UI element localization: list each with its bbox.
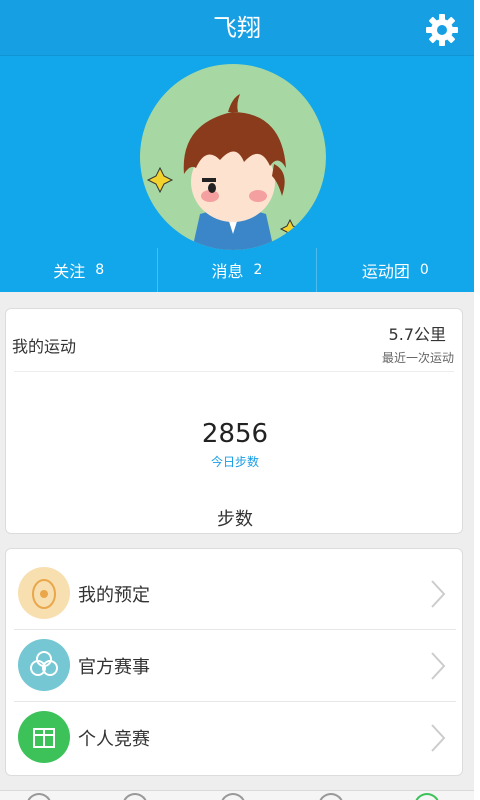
stats-bar: 关注 8 消息 2 运动团 0 — [0, 248, 474, 292]
bottom-tab-bar — [0, 790, 474, 800]
stat-label: 消息 — [211, 262, 244, 281]
stat-sport-group[interactable]: 运动团 0 — [315, 248, 474, 292]
stat-value: 2 — [253, 262, 263, 278]
my-sport-card[interactable]: 我的运动 5.7公里 最近一次运动 2856 今日步数 步数 — [5, 308, 463, 534]
chevron-right-icon — [431, 652, 446, 680]
tab-icon[interactable] — [122, 793, 148, 800]
tab-icon[interactable] — [414, 793, 440, 800]
egg-icon — [18, 567, 70, 619]
distance-value: 5.7公里 — [388, 325, 446, 344]
steps-label: 今日步数 — [210, 455, 259, 469]
stat-label: 关注 — [53, 262, 86, 281]
menu-item-reservations[interactable]: 我的预定 — [6, 557, 464, 629]
menu-list: 我的预定 官方赛事 个人竞赛 — [5, 548, 463, 776]
right-edge — [474, 0, 480, 800]
stat-follow[interactable]: 关注 8 — [0, 248, 157, 292]
stat-value: 0 — [419, 262, 429, 278]
flower-icon — [18, 639, 70, 691]
title-bar: 飞翔 — [0, 0, 474, 56]
page-title: 飞翔 — [213, 14, 261, 42]
avatar[interactable] — [140, 64, 326, 250]
chevron-right-icon — [431, 580, 446, 608]
profile-header: 飞翔 关注 8 消息 2 运动团 0 — [0, 0, 474, 292]
stat-label: 运动团 — [361, 262, 410, 281]
gift-icon — [18, 711, 70, 763]
chevron-right-icon — [431, 724, 446, 752]
steps-count: 2856 — [201, 419, 269, 449]
tab-icon[interactable] — [220, 793, 246, 800]
distance-note: 最近一次运动 — [381, 351, 454, 365]
menu-label: 个人竞赛 — [78, 729, 150, 750]
gear-icon[interactable] — [424, 12, 460, 48]
menu-item-official-events[interactable]: 官方赛事 — [6, 629, 464, 701]
divider — [14, 371, 454, 372]
tab-icon[interactable] — [26, 793, 52, 800]
stat-value: 8 — [95, 262, 105, 278]
steps-section-title: 步数 — [217, 509, 253, 530]
menu-label: 官方赛事 — [78, 657, 150, 678]
menu-label: 我的预定 — [78, 585, 150, 606]
tab-icon[interactable] — [318, 793, 344, 800]
card-title: 我的运动 — [12, 337, 77, 356]
menu-item-personal-competition[interactable]: 个人竞赛 — [6, 701, 464, 773]
stat-messages[interactable]: 消息 2 — [157, 248, 315, 292]
avatar-illustration — [146, 94, 301, 250]
